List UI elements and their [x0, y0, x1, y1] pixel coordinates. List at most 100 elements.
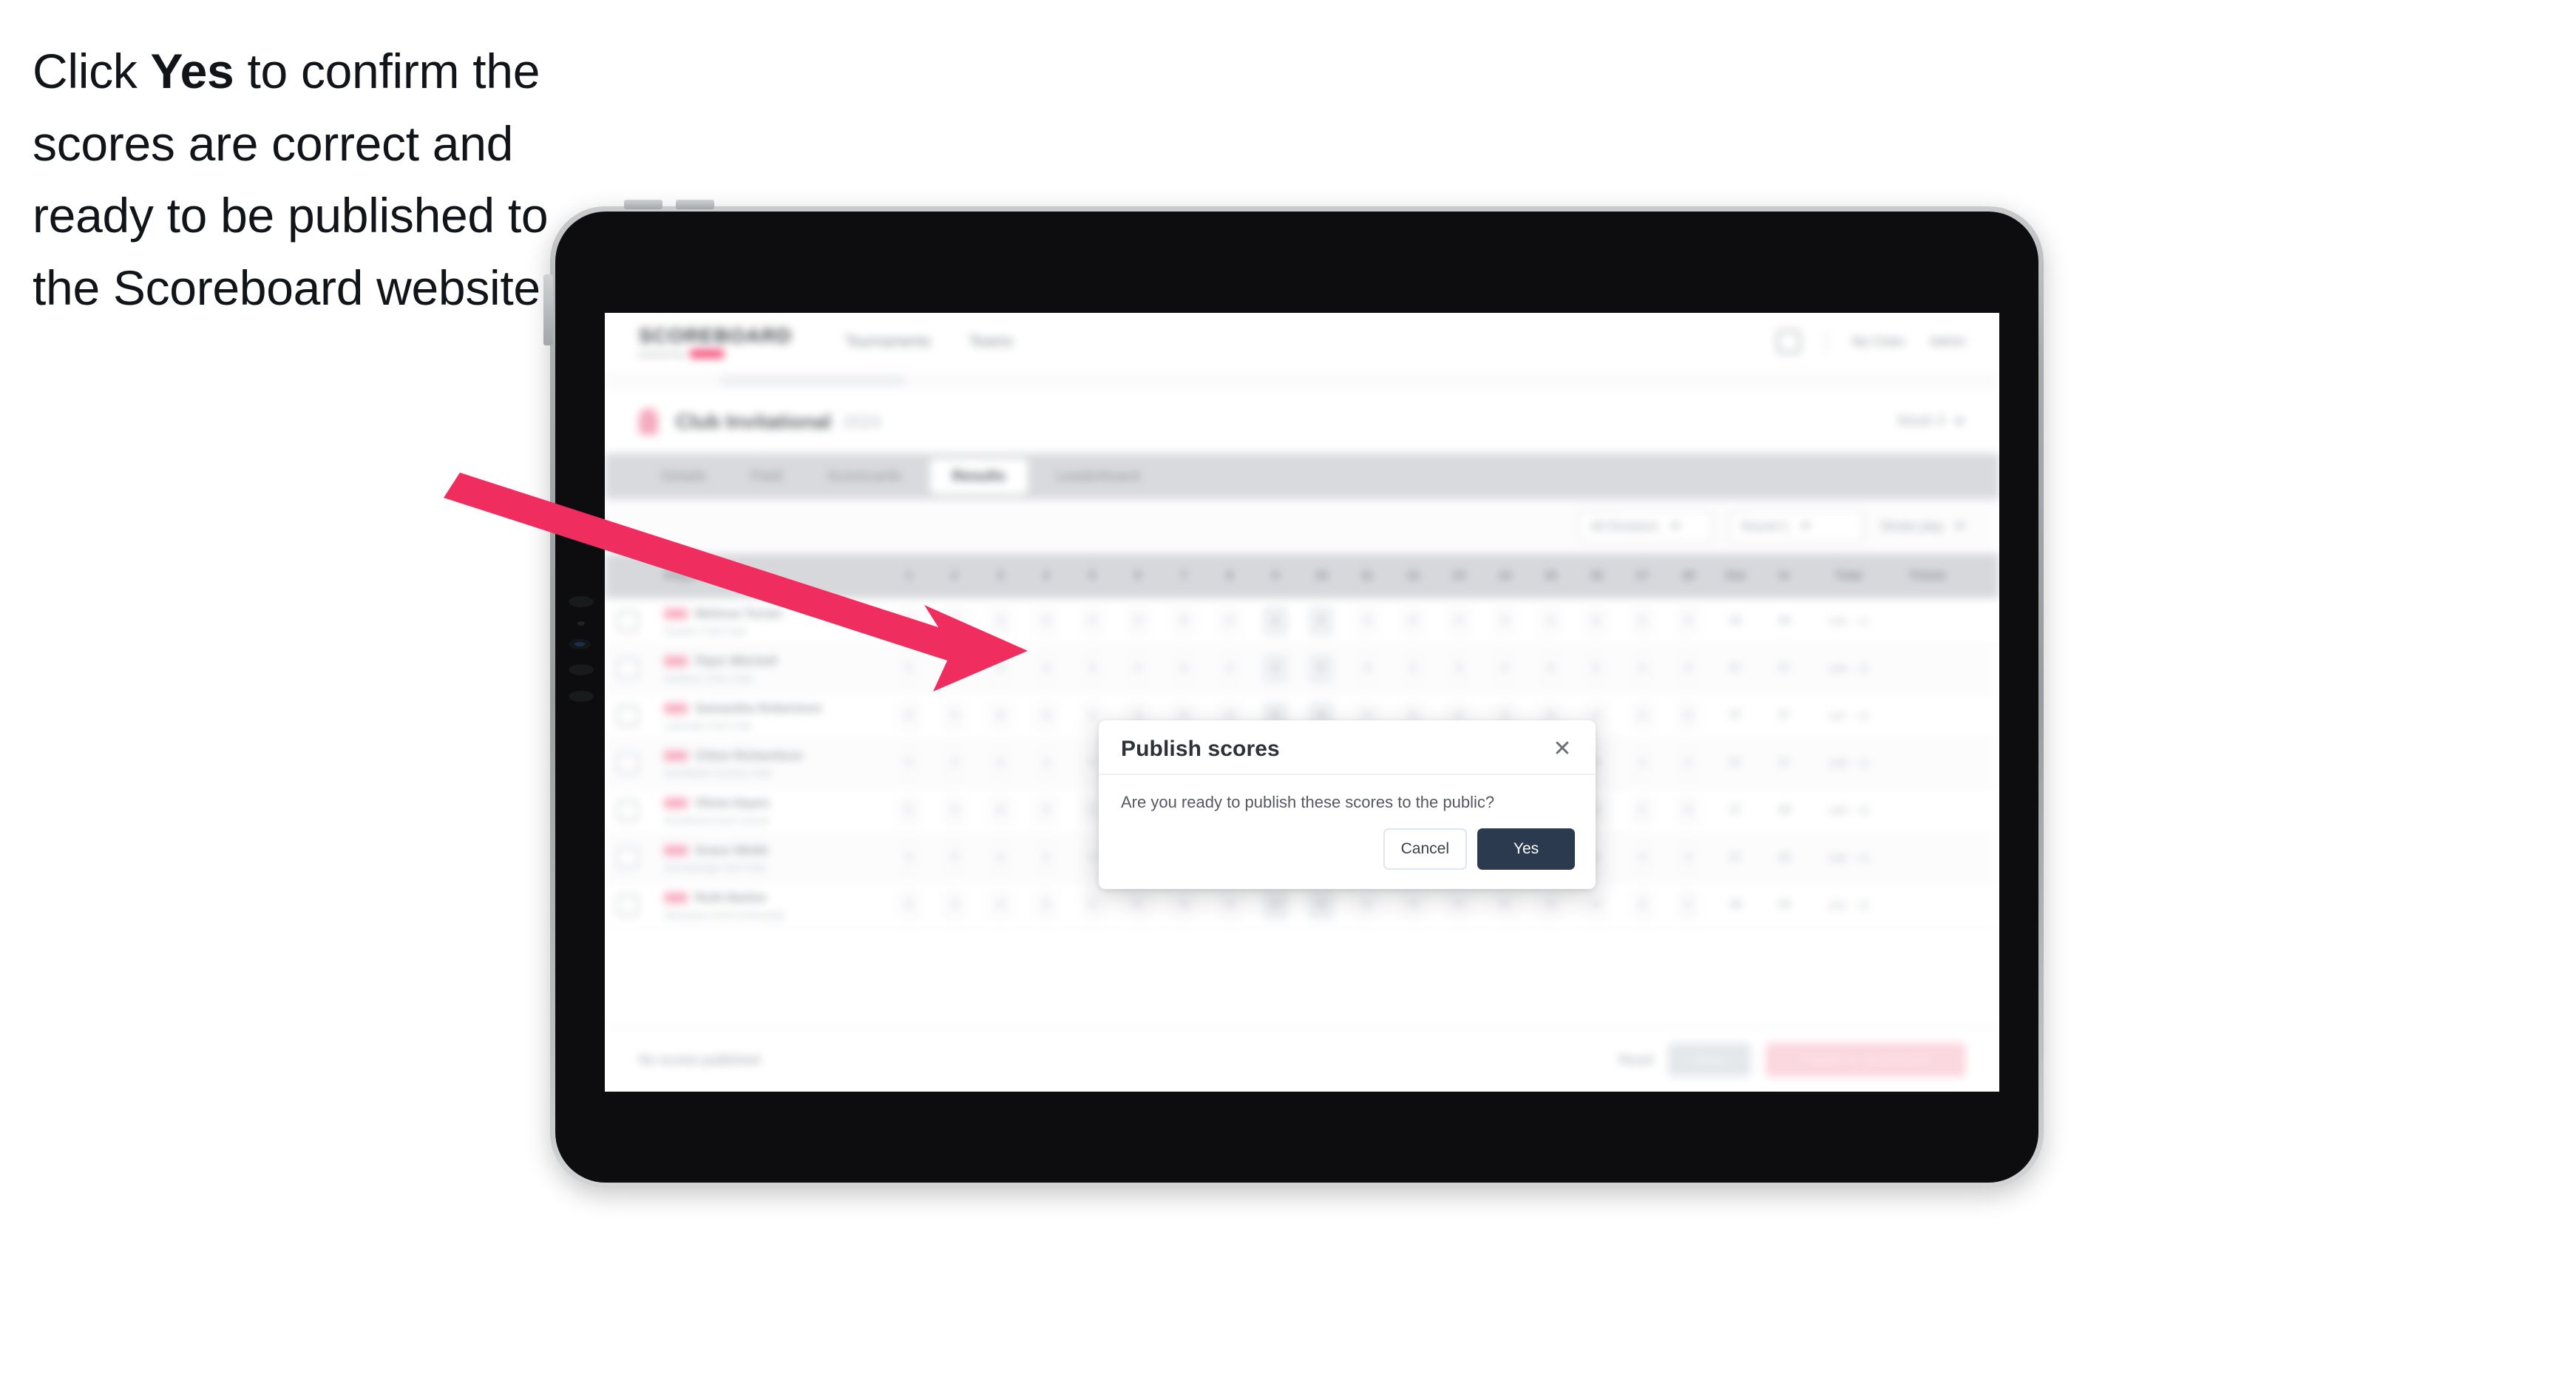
score-cell[interactable]: 5: [932, 835, 977, 881]
score-value[interactable]: 5: [896, 796, 921, 825]
table-row[interactable]: Ruth Barker Westview Golf Community 4 4 4 5 4 5…: [605, 882, 1999, 930]
score-cell[interactable]: 4: [1573, 882, 1619, 928]
score-cell[interactable]: 5: [886, 788, 932, 834]
tab-details[interactable]: Details: [639, 453, 728, 499]
score-value[interactable]: 4: [1446, 890, 1471, 920]
score-cell[interactable]: 4: [977, 835, 1023, 881]
score-cell[interactable]: 5: [1573, 646, 1619, 692]
filter-format[interactable]: Stroke play: [1880, 519, 1965, 534]
score-value[interactable]: 3: [1538, 606, 1563, 636]
score-value[interactable]: 5: [1584, 654, 1609, 683]
score-value[interactable]: 4: [942, 890, 967, 920]
score-value[interactable]: 5: [1034, 606, 1059, 636]
score-cell[interactable]: 4: [1665, 740, 1711, 786]
score-cell[interactable]: 3: [1115, 598, 1161, 644]
filter-divisions[interactable]: All Divisions: [1578, 510, 1713, 543]
score-cell[interactable]: 4: [1344, 646, 1390, 692]
score-cell[interactable]: 4: [1023, 740, 1069, 786]
score-cell[interactable]: 4: [886, 598, 932, 644]
score-cell[interactable]: 4: [1619, 835, 1665, 881]
tab-scorecards[interactable]: Scorecards: [805, 453, 924, 499]
score-value[interactable]: 3: [1079, 654, 1105, 683]
score-value[interactable]: 5: [1034, 890, 1059, 920]
score-value[interactable]: 4: [942, 654, 967, 683]
score-cell[interactable]: 5: [1619, 598, 1665, 644]
row-checkbox[interactable]: [605, 646, 651, 692]
device-button-top-1[interactable]: [624, 200, 662, 209]
score-cell[interactable]: 4: [1482, 646, 1528, 692]
score-value[interactable]: 4: [896, 890, 921, 920]
score-cell[interactable]: 5: [1482, 882, 1528, 928]
score-cell[interactable]: 4: [1665, 598, 1711, 644]
score-value[interactable]: 4: [1584, 890, 1609, 920]
score-value[interactable]: 4: [988, 843, 1013, 873]
checkbox-icon[interactable]: [617, 894, 639, 916]
page-title-right[interactable]: Week 3: [1897, 413, 1965, 430]
score-cell[interactable]: 4: [1023, 693, 1069, 739]
score-cell[interactable]: 4: [932, 598, 977, 644]
yes-button[interactable]: Yes: [1477, 828, 1575, 870]
score-value[interactable]: 4: [1400, 654, 1426, 683]
score-cell[interactable]: 4: [932, 788, 977, 834]
save-button[interactable]: Save: [1668, 1043, 1751, 1077]
close-icon[interactable]: ✕: [1550, 737, 1575, 762]
user-icon[interactable]: [1776, 330, 1800, 354]
score-value[interactable]: 4: [1675, 796, 1701, 825]
score-cell[interactable]: 5: [1298, 646, 1344, 692]
score-value[interactable]: 4: [1400, 890, 1426, 920]
score-value[interactable]: 4: [1630, 654, 1655, 683]
score-cell[interactable]: 4: [1528, 646, 1573, 692]
score-cell[interactable]: 3: [1436, 646, 1482, 692]
score-cell[interactable]: 4: [1619, 646, 1665, 692]
score-value[interactable]: 5: [1171, 654, 1196, 683]
score-value[interactable]: 4: [1034, 701, 1059, 731]
score-cell[interactable]: 4: [886, 835, 932, 881]
score-cell[interactable]: 4: [1161, 882, 1207, 928]
score-cell[interactable]: 4: [977, 693, 1023, 739]
tab-field[interactable]: Field: [728, 453, 804, 499]
score-value[interactable]: 4: [1171, 606, 1196, 636]
score-value[interactable]: 4: [1630, 843, 1655, 873]
score-value[interactable]: 4: [942, 748, 967, 778]
score-value[interactable]: 4: [988, 701, 1013, 731]
score-value[interactable]: 4: [1630, 748, 1655, 778]
score-value[interactable]: 5: [942, 843, 967, 873]
score-cell[interactable]: 3: [1069, 646, 1115, 692]
score-cell[interactable]: 5: [977, 740, 1023, 786]
score-value[interactable]: 4: [1263, 654, 1288, 683]
score-cell[interactable]: 4: [1436, 598, 1482, 644]
reset-link[interactable]: Reset: [1619, 1052, 1653, 1068]
score-cell[interactable]: 4: [1298, 882, 1344, 928]
score-value[interactable]: 3: [1446, 654, 1471, 683]
nav-item-tournaments[interactable]: Tournaments: [845, 334, 931, 351]
score-value[interactable]: 4: [1171, 890, 1196, 920]
score-value[interactable]: 5: [1217, 606, 1242, 636]
row-checkbox[interactable]: [605, 882, 651, 928]
checkbox-icon[interactable]: [617, 847, 639, 869]
score-cell[interactable]: 4: [886, 693, 932, 739]
score-value[interactable]: 5: [1125, 890, 1150, 920]
score-value[interactable]: 4: [1675, 843, 1701, 873]
score-cell[interactable]: 4: [1207, 646, 1253, 692]
score-value[interactable]: 4: [1675, 654, 1701, 683]
score-value[interactable]: 4: [942, 796, 967, 825]
score-value[interactable]: 3: [1355, 606, 1380, 636]
score-value[interactable]: 5: [942, 701, 967, 731]
score-cell[interactable]: 4: [1665, 835, 1711, 881]
score-value[interactable]: 4: [1217, 890, 1242, 920]
score-value[interactable]: 4: [1034, 843, 1059, 873]
tab-leaderboard[interactable]: Leaderboard: [1034, 453, 1162, 499]
score-value[interactable]: 5: [1400, 606, 1426, 636]
score-cell[interactable]: 3: [1528, 598, 1573, 644]
score-value[interactable]: 4: [988, 654, 1013, 683]
score-cell[interactable]: 5: [1619, 788, 1665, 834]
score-cell[interactable]: 4: [886, 882, 932, 928]
row-checkbox[interactable]: [605, 788, 651, 834]
score-value[interactable]: 4: [1675, 748, 1701, 778]
score-cell[interactable]: 4: [1298, 598, 1344, 644]
score-cell[interactable]: 3: [1344, 598, 1390, 644]
score-value[interactable]: 4: [896, 748, 921, 778]
score-cell[interactable]: 4: [1665, 788, 1711, 834]
score-value[interactable]: 3: [1125, 606, 1150, 636]
checkbox-icon[interactable]: [617, 610, 639, 632]
